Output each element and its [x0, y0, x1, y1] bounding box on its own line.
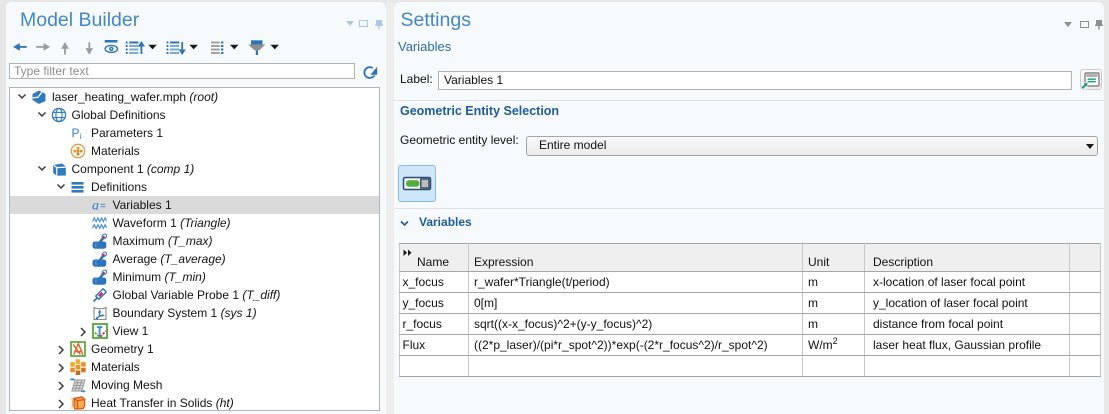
svg-text:=: = — [100, 201, 106, 212]
svg-text:a: a — [92, 199, 99, 214]
svg-text:i: i — [80, 131, 82, 141]
svg-text:P: P — [72, 126, 80, 140]
